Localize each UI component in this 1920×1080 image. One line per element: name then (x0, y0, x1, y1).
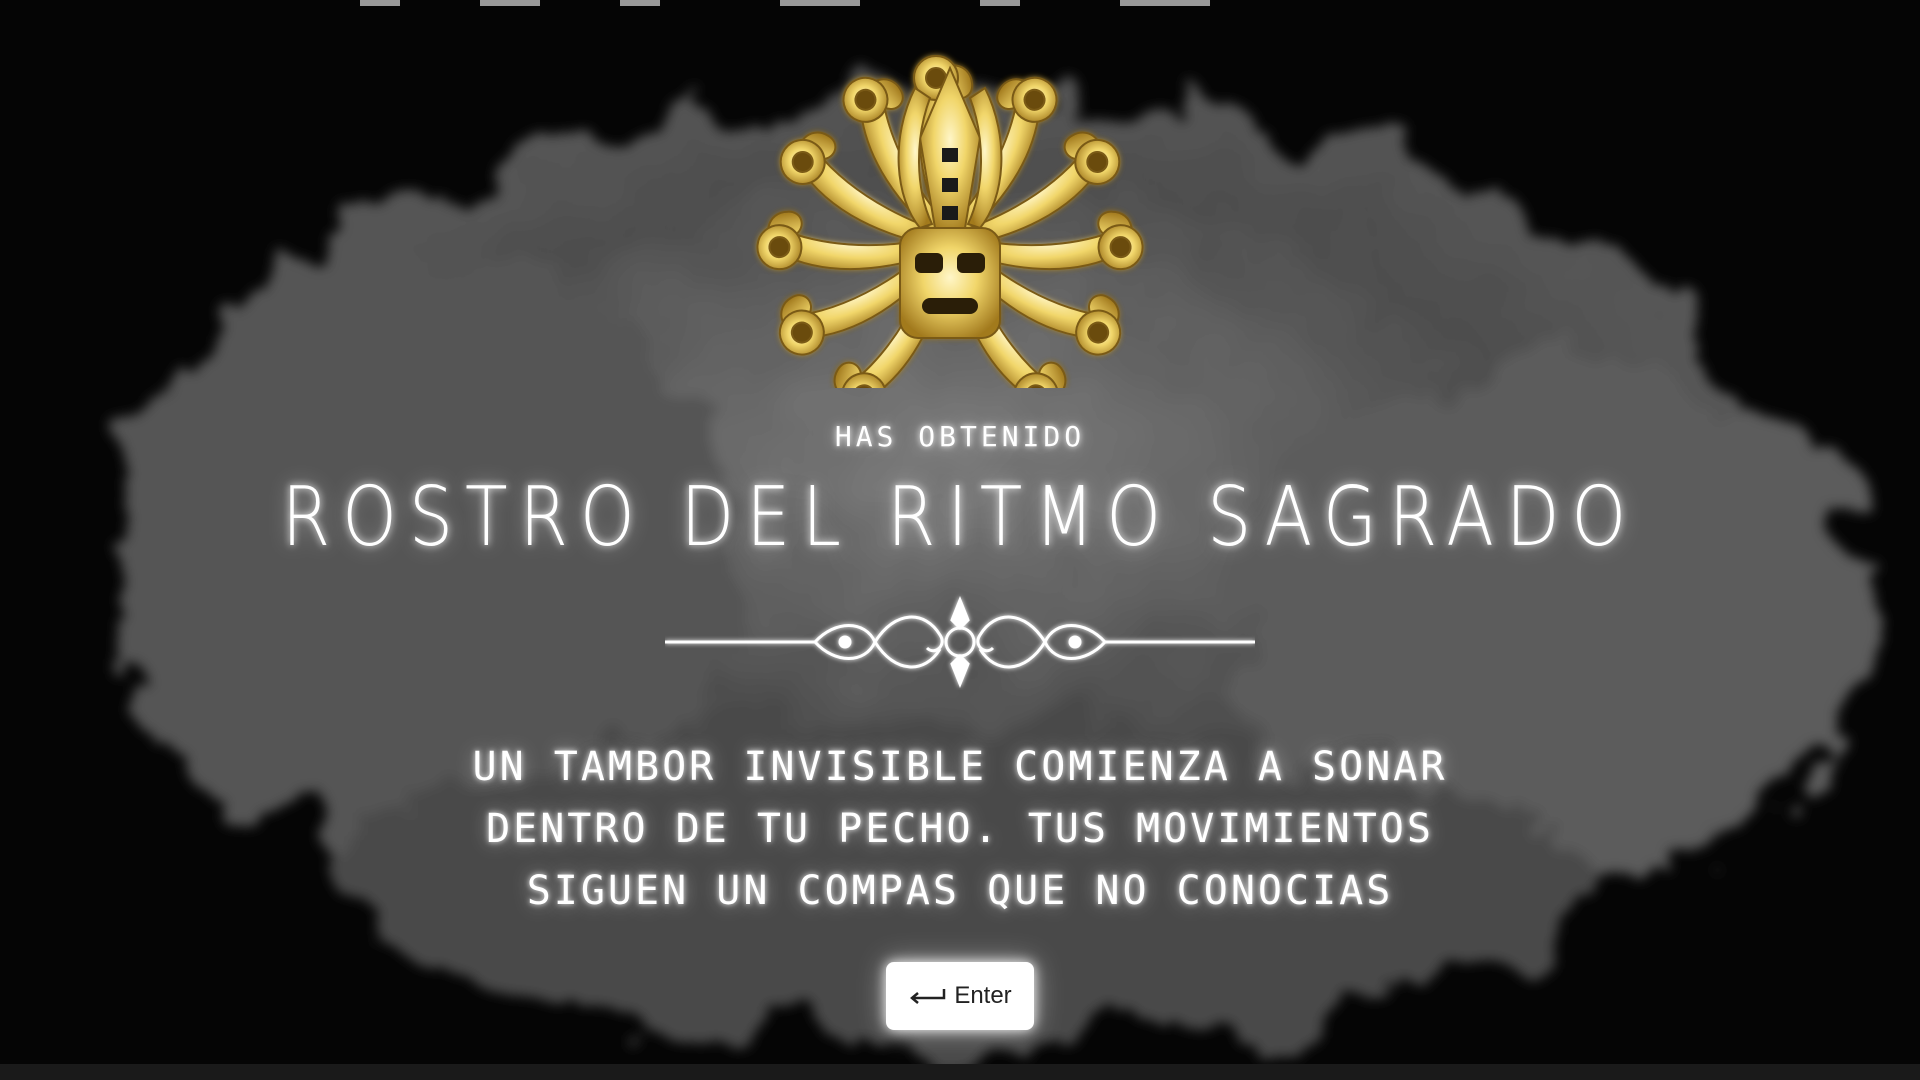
reward-screen: HAS OBTENIDO ROSTRO DEL RITMO SAGRADO UN… (0, 0, 1920, 1080)
ornament-divider (665, 595, 1255, 689)
enter-button[interactable]: Enter (886, 962, 1034, 1030)
reward-subtitle: HAS OBTENIDO (834, 420, 1086, 453)
reward-description: UN TAMBOR INVISIBLE COMIENZA A SONAR DEN… (472, 744, 1448, 914)
enter-button-label: Enter (954, 982, 1012, 1009)
top-decoration (360, 0, 1210, 6)
bottom-bar (0, 1064, 1920, 1080)
golden-mask-icon (754, 55, 1146, 388)
enter-key-icon (910, 989, 946, 1004)
reward-title: ROSTRO DEL RITMO SAGRADO (281, 470, 1639, 565)
